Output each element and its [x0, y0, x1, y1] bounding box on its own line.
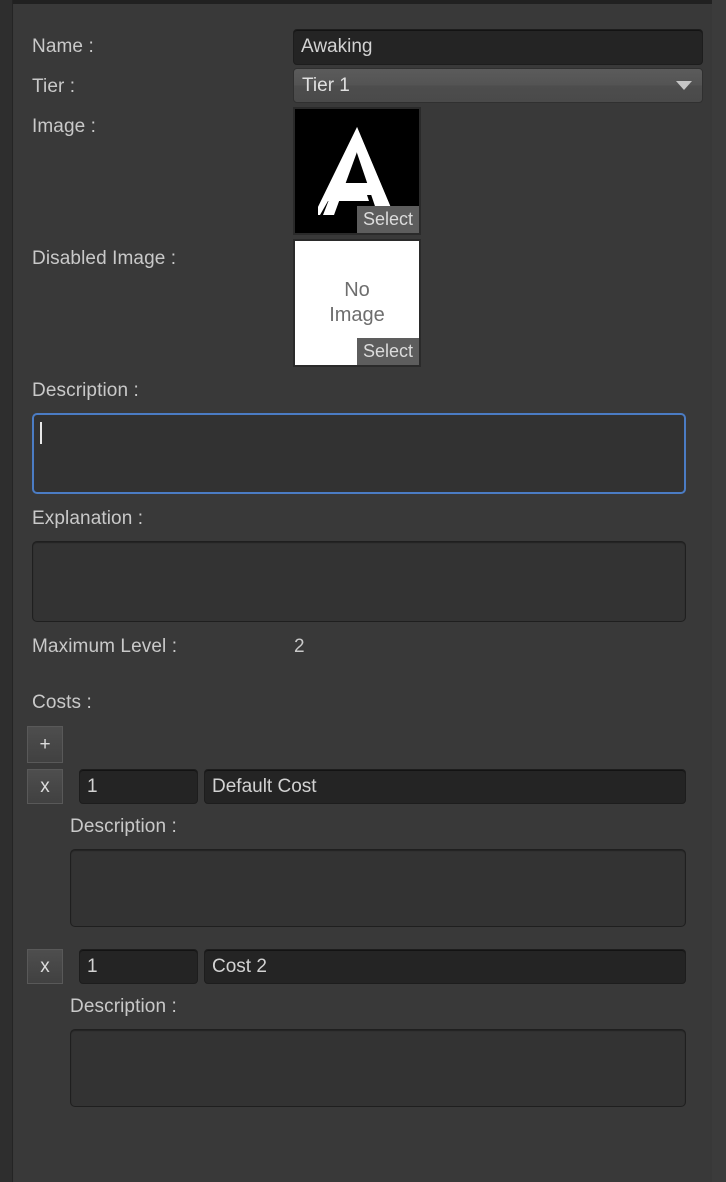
- tier-label: Tier :: [32, 76, 76, 97]
- cost-amount-value: 1: [87, 775, 98, 797]
- cost-description-label: Description :: [70, 816, 177, 837]
- explanation-textarea[interactable]: [32, 541, 686, 622]
- window-left-border: [0, 0, 13, 1182]
- description-label: Description :: [32, 380, 139, 401]
- cost-description-textarea[interactable]: [70, 849, 686, 927]
- disabled-image-object-field[interactable]: No Image Select: [293, 239, 421, 367]
- name-label: Name :: [32, 36, 94, 57]
- disabled-image-label: Disabled Image :: [32, 248, 177, 269]
- maximum-level-label: Maximum Level :: [32, 636, 178, 657]
- inspector-window: Name : Awaking Tier : Tier 1 Image : Sel…: [0, 0, 726, 1182]
- name-input-value: Awaking: [301, 36, 373, 57]
- cost-name-input[interactable]: Default Cost: [204, 769, 686, 804]
- cost-description-label: Description :: [70, 996, 177, 1017]
- maximum-level-value: 2: [294, 636, 305, 657]
- no-image-line-2: Image: [329, 304, 385, 326]
- cost-amount-input[interactable]: 1: [79, 769, 198, 804]
- costs-label: Costs :: [32, 692, 92, 713]
- explanation-label: Explanation :: [32, 508, 144, 529]
- text-caret: [40, 422, 42, 444]
- add-cost-button[interactable]: +: [27, 726, 63, 763]
- cost-description-textarea[interactable]: [70, 1029, 686, 1107]
- remove-cost-button[interactable]: x: [27, 949, 63, 984]
- image-select-button[interactable]: Select: [356, 206, 419, 233]
- image-object-field[interactable]: Select: [293, 107, 421, 235]
- description-textarea[interactable]: [32, 413, 686, 494]
- cost-amount-value: 1: [87, 955, 98, 977]
- letter-a-sprite-icon: [318, 127, 394, 215]
- tier-dropdown-value: Tier 1: [302, 74, 350, 96]
- cost-name-value: Default Cost: [212, 775, 317, 797]
- no-image-line-1: No: [344, 279, 370, 301]
- disabled-image-select-button[interactable]: Select: [356, 338, 419, 365]
- chevron-down-icon: [676, 81, 692, 90]
- inspector-content: Name : Awaking Tier : Tier 1 Image : Sel…: [14, 4, 710, 1182]
- cost-name-input[interactable]: Cost 2: [204, 949, 686, 984]
- cost-amount-input[interactable]: 1: [79, 949, 198, 984]
- remove-cost-button[interactable]: x: [27, 769, 63, 804]
- window-right-gutter: [712, 0, 726, 1182]
- no-image-placeholder: No Image: [329, 278, 385, 328]
- cost-name-value: Cost 2: [212, 955, 267, 977]
- name-input[interactable]: Awaking: [293, 29, 703, 65]
- image-label: Image :: [32, 116, 97, 137]
- tier-dropdown[interactable]: Tier 1: [293, 68, 703, 103]
